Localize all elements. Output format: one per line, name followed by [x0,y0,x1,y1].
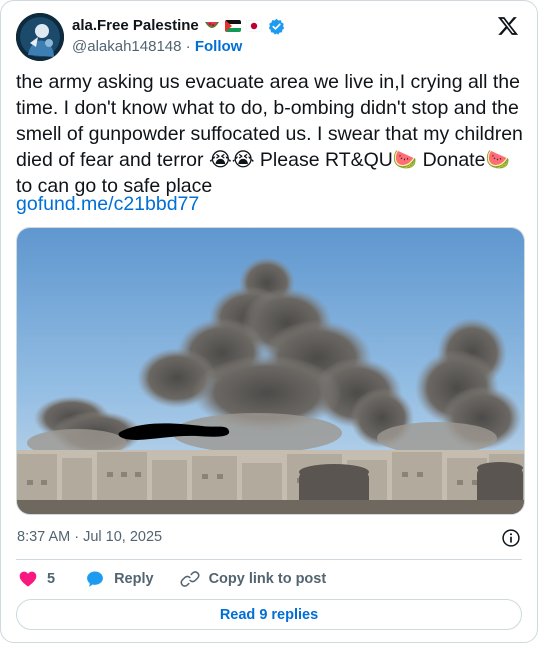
smoke-over-city-image [17,228,524,514]
copy-link-button[interactable]: Copy link to post [180,569,327,589]
divider [16,559,522,560]
tweet-link[interactable]: gofund.me/c21bbd77 [16,191,199,217]
copy-link-label: Copy link to post [208,571,327,587]
link-icon [180,571,200,587]
author-name-row: ala.Free Palestine [72,16,285,36]
reply-bubble-icon [87,571,103,587]
verified-badge-icon [268,18,284,35]
author-name[interactable]: ala.Free Palestine [72,16,199,36]
like-count: 5 [47,571,56,587]
tweet-image[interactable] [16,227,525,515]
reply-button[interactable]: Reply [85,569,154,589]
separator-dot: · [185,38,191,55]
like-button[interactable]: 5 [18,569,55,589]
tweet-timestamp[interactable]: 8:37 AM · Jul 10, 2025 [17,529,162,545]
author-handle[interactable]: @alakah148148 [72,38,181,55]
info-icon[interactable] [501,528,521,548]
palestine-flag-icon [224,20,241,32]
reply-label: Reply [114,571,154,587]
heart-icon [19,571,37,587]
watermelon-icon [204,22,219,28]
tweet-text: the army asking us evacuate area we live… [16,71,529,197]
follow-button[interactable]: Follow [195,38,243,55]
x-logo-icon[interactable] [497,15,519,37]
action-bar: 5 Reply Copy link to post [18,567,326,591]
tweet-header: ala.Free Palestine @alakah148148 · Follo… [16,13,525,61]
japan-flag-icon [245,20,262,32]
tweet-card: ala.Free Palestine @alakah148148 · Follo… [0,0,538,643]
author-info: ala.Free Palestine @alakah148148 · Follo… [72,16,285,57]
read-replies-button[interactable]: Read 9 replies [16,599,522,630]
author-handle-row: @alakah148148 · Follow [72,37,285,57]
avatar[interactable] [16,13,64,61]
